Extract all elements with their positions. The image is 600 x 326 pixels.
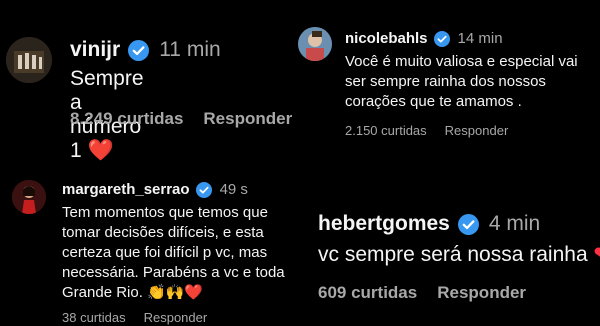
timestamp: 4 min <box>488 212 541 235</box>
likes-count[interactable]: 38 curtidas <box>62 310 126 325</box>
username[interactable]: nicolebahls <box>345 30 428 47</box>
likes-count[interactable]: 8.249 curtidas <box>70 109 183 129</box>
verified-badge-icon <box>128 39 150 61</box>
timestamp: 14 min <box>457 30 503 47</box>
reply-button[interactable]: Responder <box>203 109 292 129</box>
heart-emoji-icon: ❤ <box>593 242 600 267</box>
avatar[interactable] <box>6 37 52 83</box>
username[interactable]: hebertgomes <box>318 212 450 236</box>
likes-count[interactable]: 2.150 curtidas <box>345 123 427 138</box>
reply-button[interactable]: Responder <box>144 310 208 325</box>
comment-header: margareth_serrao 49 s <box>62 181 248 198</box>
avatar-image <box>6 37 52 83</box>
reply-button[interactable]: Responder <box>437 283 526 303</box>
comment-text: Você é muito valiosa e especial vai ser … <box>345 53 578 110</box>
avatar[interactable] <box>12 180 46 214</box>
comment-text: Tem momentos que temos que tomar decisõe… <box>62 203 302 303</box>
comment-actions: 609 curtidas Responder <box>318 283 526 303</box>
username[interactable]: vinijr <box>70 38 120 62</box>
verified-badge-icon <box>433 30 450 47</box>
heart-emoji-icon: ❤️ <box>87 139 114 162</box>
comment-header: nicolebahls 14 min <box>345 30 503 47</box>
timestamp: 11 min <box>159 38 221 61</box>
avatar[interactable] <box>298 27 332 61</box>
reply-button[interactable]: Responder <box>445 123 509 138</box>
verified-badge-icon <box>457 213 479 235</box>
comment-header: hebertgomes 4 min <box>318 212 540 236</box>
comment-actions: 38 curtidas Responder <box>62 310 207 325</box>
comment-text: vc sempre será nossa rainha ❤ <box>318 242 600 267</box>
avatar-image <box>12 180 46 214</box>
clap-hands-heart-emoji-icon: 👏🙌❤️ <box>147 284 204 301</box>
verified-badge-icon <box>195 181 212 198</box>
likes-count[interactable]: 609 curtidas <box>318 283 417 303</box>
comment-actions: 8.249 curtidas Responder <box>70 109 292 129</box>
comment-text-content: vc sempre será nossa rainha <box>318 243 588 266</box>
comment-actions: 2.150 curtidas Responder <box>345 123 508 138</box>
timestamp: 49 s <box>219 181 248 198</box>
avatar-image <box>298 27 332 61</box>
username[interactable]: margareth_serrao <box>62 181 190 198</box>
comment-header: vinijr 11 min <box>70 38 221 62</box>
